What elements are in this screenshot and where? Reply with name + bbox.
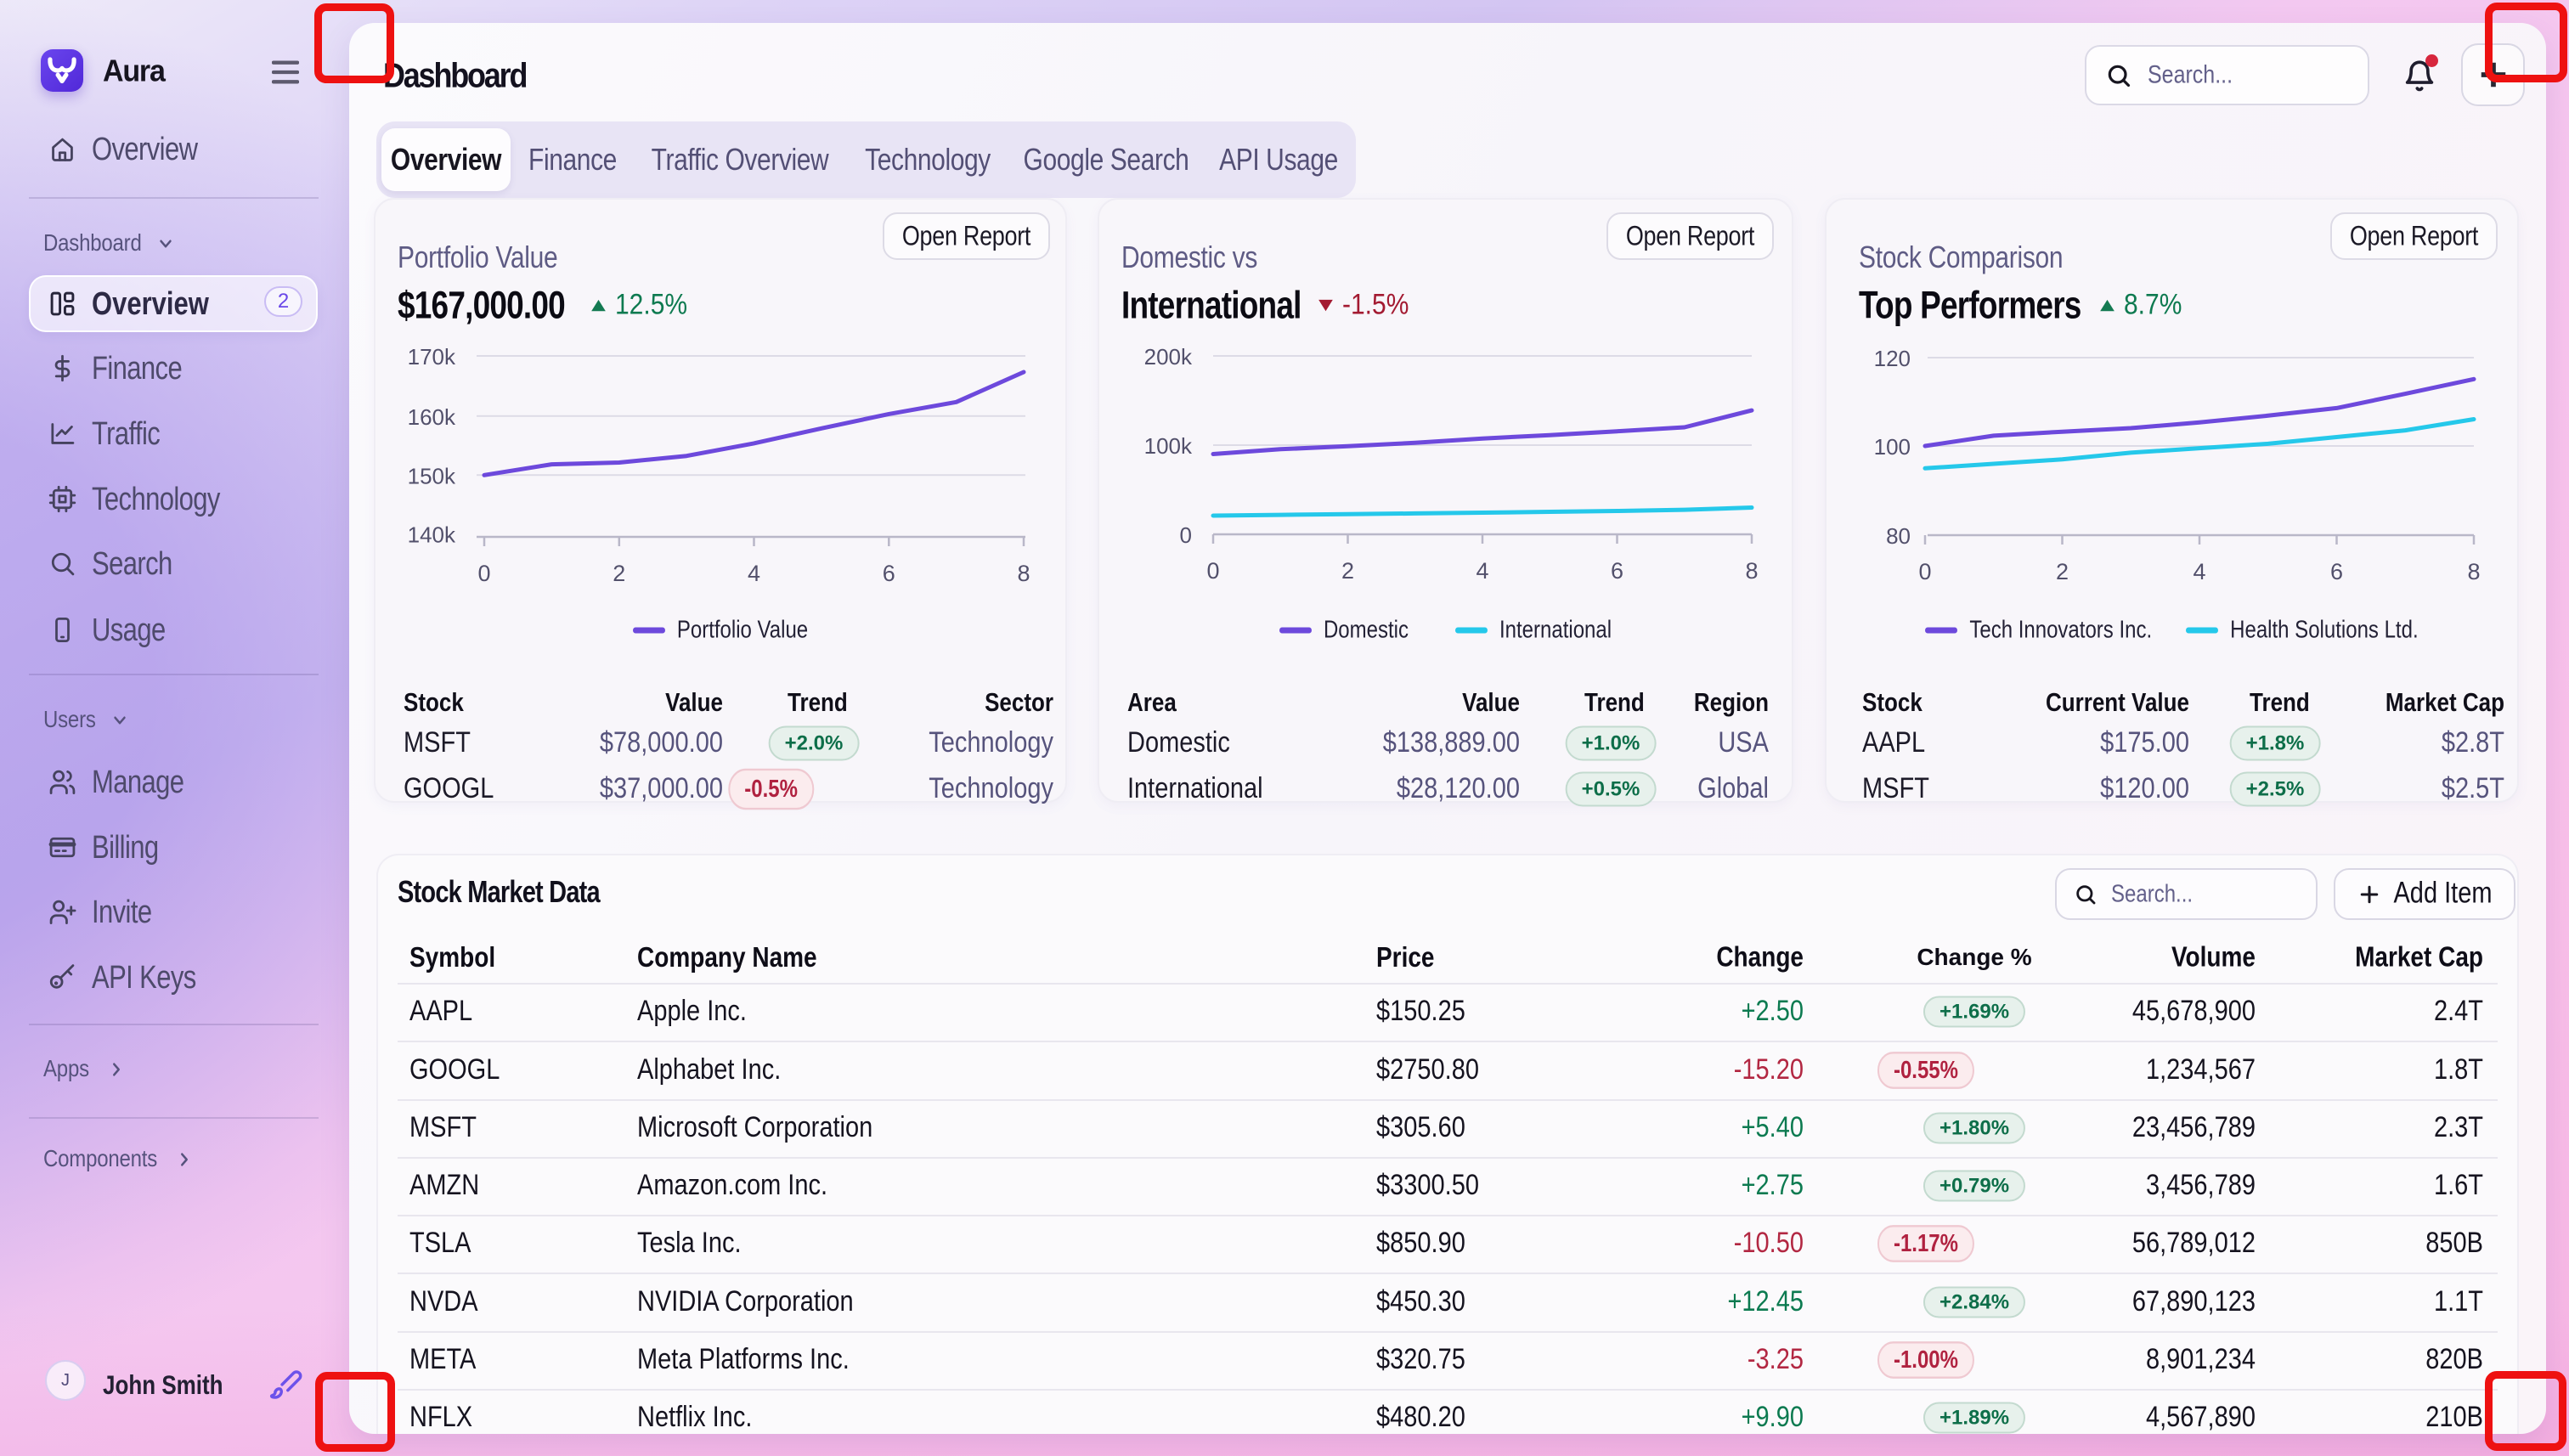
svg-text:2: 2	[1341, 558, 1354, 584]
svg-text:150k: 150k	[408, 463, 456, 488]
svg-text:200k: 200k	[1144, 344, 1193, 370]
svg-text:8: 8	[1745, 558, 1758, 584]
svg-text:170k: 170k	[408, 344, 456, 370]
svg-text:6: 6	[883, 561, 895, 586]
svg-text:0: 0	[477, 561, 490, 586]
svg-text:0: 0	[1206, 558, 1219, 584]
svg-text:4: 4	[748, 561, 760, 586]
svg-text:4: 4	[1476, 558, 1488, 584]
svg-text:2: 2	[613, 561, 625, 586]
svg-text:0: 0	[1918, 559, 1931, 584]
svg-text:80: 80	[1886, 523, 1911, 549]
svg-text:6: 6	[1611, 558, 1623, 584]
svg-text:6: 6	[2330, 559, 2343, 584]
svg-text:8: 8	[1017, 561, 1030, 586]
svg-text:120: 120	[1874, 346, 1911, 371]
svg-text:100k: 100k	[1144, 433, 1193, 459]
svg-text:2: 2	[2056, 559, 2069, 584]
svg-text:140k: 140k	[408, 522, 456, 548]
svg-text:4: 4	[2193, 559, 2205, 584]
svg-text:100: 100	[1874, 434, 1911, 460]
svg-text:0: 0	[1180, 522, 1192, 548]
svg-text:8: 8	[2467, 559, 2480, 584]
svg-text:160k: 160k	[408, 404, 456, 430]
